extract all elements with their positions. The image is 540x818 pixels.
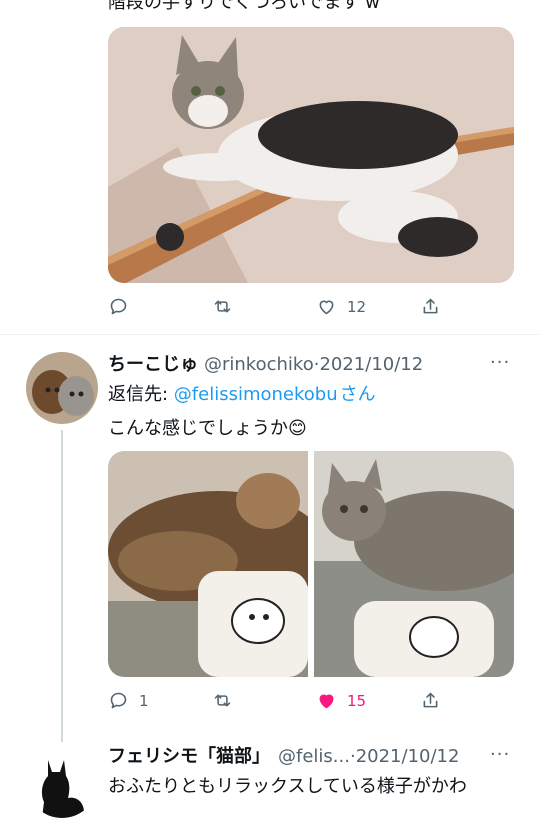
heart-icon [319,300,334,315]
handle[interactable]: @felis... [278,746,350,767]
more-options-icon[interactable]: ··· [490,352,510,373]
reply-count: 1 [139,691,149,710]
share-button[interactable] [420,690,451,711]
tweet-text: 階段の手すりでくつろいでます w [108,0,380,13]
tweet-photo-2[interactable] [314,451,514,677]
display-name[interactable]: ちーこじゅ [108,350,198,376]
tweet-photo-cat-on-handrail[interactable] [108,27,514,283]
timestamp[interactable]: 2021/10/12 [319,354,423,375]
tweet-media-grid [108,451,514,677]
more-options-icon[interactable]: ··· [490,744,510,765]
like-button[interactable]: 15 [316,690,366,711]
avatar[interactable] [26,352,98,424]
reply-button[interactable]: 1 [108,690,149,711]
smile-emoji: 😊 [288,418,307,439]
reply-to-line: 返信先: @felissimonekobu さん [108,380,376,406]
like-count: 15 [347,691,367,710]
retweet-button[interactable] [212,690,243,711]
reply-button[interactable] [108,296,139,317]
heart-filled-icon [319,694,334,709]
thread-line [61,430,63,742]
reply-icon [110,692,127,709]
tweet-divider [0,334,540,335]
display-name[interactable]: フェリシモ「猫部」 [108,742,270,768]
timestamp[interactable]: 2021/10/12 [356,746,460,767]
avatar[interactable] [26,746,98,818]
retweet-icon [214,300,231,313]
share-icon [423,692,438,708]
reply-to-suffix: さん [339,384,376,405]
tweet-text: こんな感じでしょうか😊 [108,418,307,439]
retweet-button[interactable] [212,296,243,317]
share-icon [423,298,438,314]
black-cat-logo [26,746,98,818]
like-button[interactable]: 12 [316,296,366,317]
retweet-icon [214,694,231,707]
tweet-photo-1[interactable] [108,451,308,677]
tweet-text: おふたりともリラックスしている様子がかわ [108,776,467,797]
tweet-header: フェリシモ「猫部」 @felis... · 2021/10/12 [108,742,459,768]
reply-icon [110,298,127,315]
like-count: 12 [347,297,367,316]
reply-to-link[interactable]: @felissimonekobu [174,384,338,405]
reply-to-prefix: 返信先: [108,384,174,405]
tweet-header: ちーこじゅ @rinkochiko · 2021/10/12 [108,350,423,376]
share-button[interactable] [420,296,451,317]
handle[interactable]: @rinkochiko [204,354,314,375]
